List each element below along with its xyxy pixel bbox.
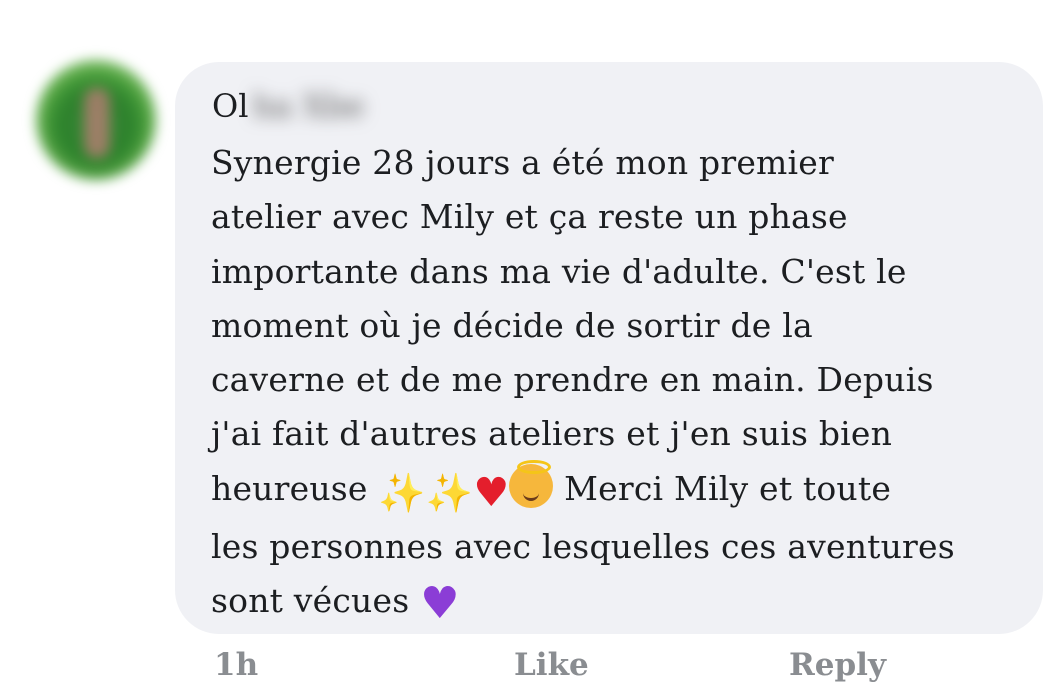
comment-line: caverne et de me prendre en main. Depuis <box>211 360 934 400</box>
comment-line-last: sont vécues ♥ <box>211 574 1031 631</box>
comment-line: moment où je décide de sortir de la <box>211 305 813 345</box>
comment-phrase: Merci Mily et toute <box>564 468 892 508</box>
author-name-blurred: ha Xbe <box>252 87 365 125</box>
like-button[interactable]: Like <box>514 640 589 690</box>
author-name-visible: Ol <box>212 87 249 125</box>
sparkles-icon: ✨ <box>425 470 474 515</box>
red-heart-icon: ♥ <box>473 469 510 516</box>
comment-phrase: sont vécues <box>211 581 410 621</box>
comment-line: j'ai fait d'autres ateliers et j'en suis… <box>211 414 893 454</box>
avatar-figure <box>84 88 110 158</box>
sparkles-icon: ✨ <box>378 470 426 515</box>
comment-author[interactable]: Ol ha Xbe <box>212 86 365 126</box>
comment-word: heureuse <box>211 468 368 508</box>
comment-line: atelier avec Mily et ça reste un phase <box>211 197 848 237</box>
comment-text: Synergie 28 jours a été mon premier atel… <box>211 136 1031 632</box>
comment-line-with-emojis: heureuse ✨✨♥ Merci Mily et toute <box>211 459 1031 520</box>
comment-line: Synergie 28 jours a été mon premier <box>211 143 834 182</box>
reply-button[interactable]: Reply <box>789 640 886 690</box>
avatar[interactable] <box>36 60 156 180</box>
comment-line: importante dans ma vie d'adulte. C'est l… <box>211 251 907 291</box>
comment-line: les personnes avec lesquelles ces aventu… <box>211 527 955 567</box>
comment-timestamp[interactable]: 1h <box>214 640 258 690</box>
purple-heart-icon: ♥ <box>420 578 460 630</box>
smiling-face-with-halo-icon <box>509 459 554 508</box>
